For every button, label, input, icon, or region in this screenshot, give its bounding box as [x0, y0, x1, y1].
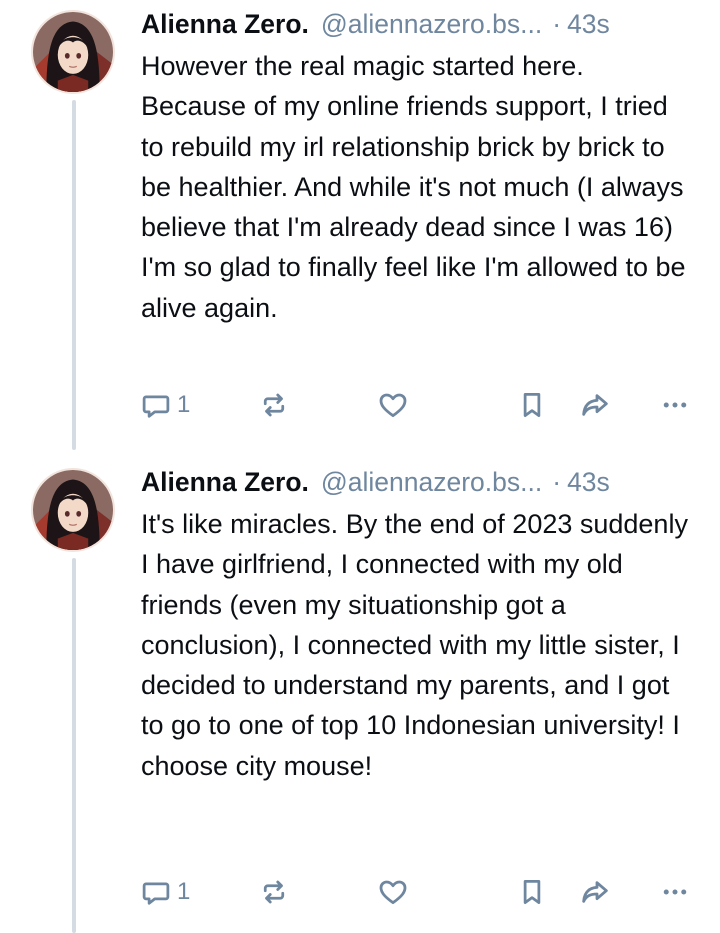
share-button[interactable]	[579, 389, 643, 421]
more-options-button[interactable]	[660, 390, 690, 420]
author-handle[interactable]: @aliennazero.bs...	[321, 4, 542, 44]
post-time[interactable]: 43s	[567, 4, 610, 44]
share-icon	[582, 394, 608, 416]
more-icon	[663, 402, 687, 408]
post-header: Alienna Zero. @aliennazero.bs... · 43s	[141, 462, 696, 502]
like-button[interactable]	[377, 876, 517, 908]
avatar[interactable]	[31, 10, 115, 94]
avatar-image	[33, 470, 113, 550]
avatar[interactable]	[31, 468, 115, 552]
reply-button[interactable]: 1	[141, 877, 259, 907]
post[interactable]: Alienna Zero. @aliennazero.bs... · 43s H…	[0, 0, 720, 458]
separator-dot: ·	[552, 467, 562, 497]
more-options-button[interactable]	[660, 877, 690, 907]
reply-count: 1	[177, 878, 191, 905]
bookmark-button[interactable]	[517, 877, 579, 907]
share-icon	[582, 881, 608, 903]
author-handle[interactable]: @aliennazero.bs...	[321, 462, 542, 502]
more-icon	[663, 889, 687, 895]
bookmark-button[interactable]	[517, 390, 579, 420]
reply-button[interactable]: 1	[141, 390, 259, 420]
repost-icon	[263, 880, 285, 904]
bookmark-icon	[523, 393, 541, 417]
post-actions: 1	[141, 383, 690, 427]
repost-button[interactable]	[259, 390, 377, 420]
post-text: It's like miracles. By the end of 2023 s…	[141, 509, 688, 781]
bookmark-icon	[523, 880, 541, 904]
author-name[interactable]: Alienna Zero.	[141, 462, 309, 502]
reply-icon	[142, 882, 170, 905]
post-text: However the real magic started here. Bec…	[141, 51, 686, 323]
reply-icon	[142, 395, 170, 418]
repost-button[interactable]	[259, 877, 377, 907]
thread-line	[72, 100, 76, 450]
separator-dot: ·	[552, 9, 562, 39]
post-time[interactable]: 43s	[567, 462, 610, 502]
like-button[interactable]	[377, 389, 517, 421]
like-icon	[379, 880, 407, 905]
author-name[interactable]: Alienna Zero.	[141, 4, 309, 44]
share-button[interactable]	[579, 876, 643, 908]
post-actions: 1	[141, 870, 690, 914]
like-icon	[379, 393, 407, 418]
avatar-image	[33, 12, 113, 92]
reply-count: 1	[177, 391, 191, 418]
post[interactable]: Alienna Zero. @aliennazero.bs... · 43s I…	[0, 458, 720, 933]
repost-icon	[263, 393, 285, 417]
post-header: Alienna Zero. @aliennazero.bs... · 43s	[141, 4, 696, 44]
thread-line	[72, 558, 76, 933]
thread-feed: Alienna Zero. @aliennazero.bs... · 43s H…	[0, 0, 720, 933]
